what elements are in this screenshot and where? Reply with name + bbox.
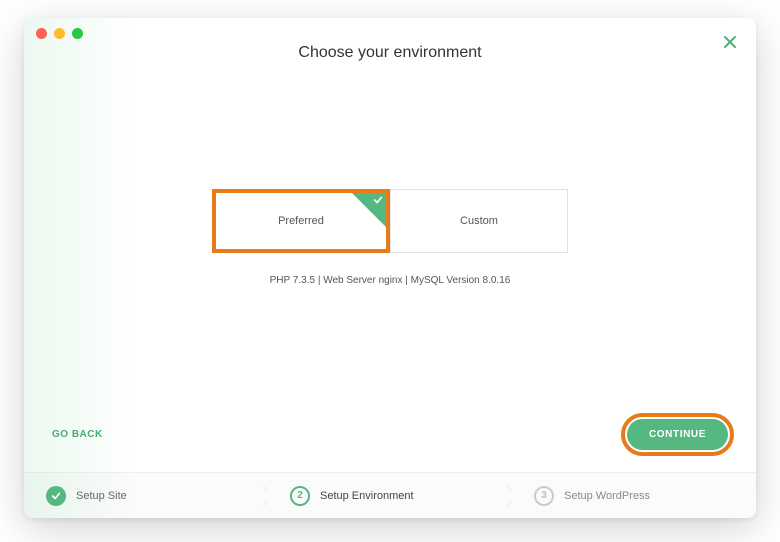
step-2-label: Setup Environment xyxy=(320,490,414,502)
header: Choose your environment xyxy=(24,18,756,62)
page-title: Choose your environment xyxy=(24,44,756,62)
step-divider-icon xyxy=(494,486,512,506)
step-3-label: Setup WordPress xyxy=(564,490,650,502)
environment-options: Preferred Custom xyxy=(212,189,568,253)
step-setup-environment: 2 Setup Environment xyxy=(268,486,512,506)
close-window-icon[interactable] xyxy=(36,28,47,39)
step-setup-site: Setup Site xyxy=(24,486,268,506)
minimize-window-icon[interactable] xyxy=(54,28,65,39)
continue-highlight: CONTINUE xyxy=(621,413,734,456)
step-1-label: Setup Site xyxy=(76,490,127,502)
step-1-icon xyxy=(46,486,66,506)
option-preferred[interactable]: Preferred xyxy=(212,189,390,253)
step-divider-icon xyxy=(250,486,268,506)
maximize-window-icon[interactable] xyxy=(72,28,83,39)
option-custom-label: Custom xyxy=(460,215,498,227)
go-back-button[interactable]: GO BACK xyxy=(52,429,103,440)
option-preferred-label: Preferred xyxy=(278,215,324,227)
step-2-icon: 2 xyxy=(290,486,310,506)
continue-button[interactable]: CONTINUE xyxy=(627,419,728,450)
footer-actions: GO BACK CONTINUE xyxy=(24,413,756,472)
main-content: Preferred Custom PHP 7.3.5 | Web Server … xyxy=(24,62,756,413)
window-traffic-lights xyxy=(36,28,83,39)
stepper: Setup Site 2 Setup Environment 3 Setup W… xyxy=(24,472,756,518)
close-icon[interactable] xyxy=(722,34,738,55)
environment-details: PHP 7.3.5 | Web Server nginx | MySQL Ver… xyxy=(270,275,511,286)
option-custom[interactable]: Custom xyxy=(390,189,568,253)
step-setup-wordpress: 3 Setup WordPress xyxy=(512,486,756,506)
check-icon xyxy=(373,195,383,208)
step-3-icon: 3 xyxy=(534,486,554,506)
